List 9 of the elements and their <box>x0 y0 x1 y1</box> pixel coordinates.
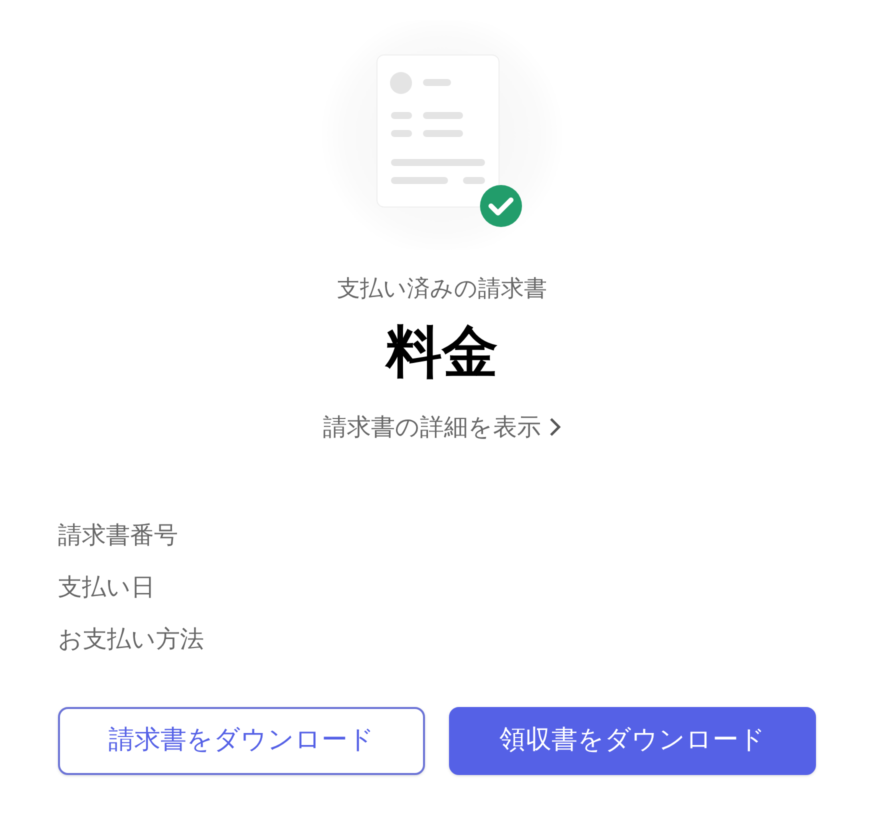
chevron-right-icon <box>549 416 561 436</box>
field-label: 請求書番号 <box>58 520 179 550</box>
download-button[interactable]: 領収書をダウンロード <box>449 706 816 774</box>
field-label: お支払い方法 <box>58 624 205 654</box>
status-text: 支払い済みの請求書 <box>337 275 547 304</box>
field-label: 支払い日 <box>58 572 156 602</box>
amount-title: 料金 <box>386 324 498 380</box>
details-link[interactable]: 請求書の詳細を表示 <box>323 408 561 444</box>
download-button[interactable]: 請求書をダウンロード <box>58 706 425 774</box>
